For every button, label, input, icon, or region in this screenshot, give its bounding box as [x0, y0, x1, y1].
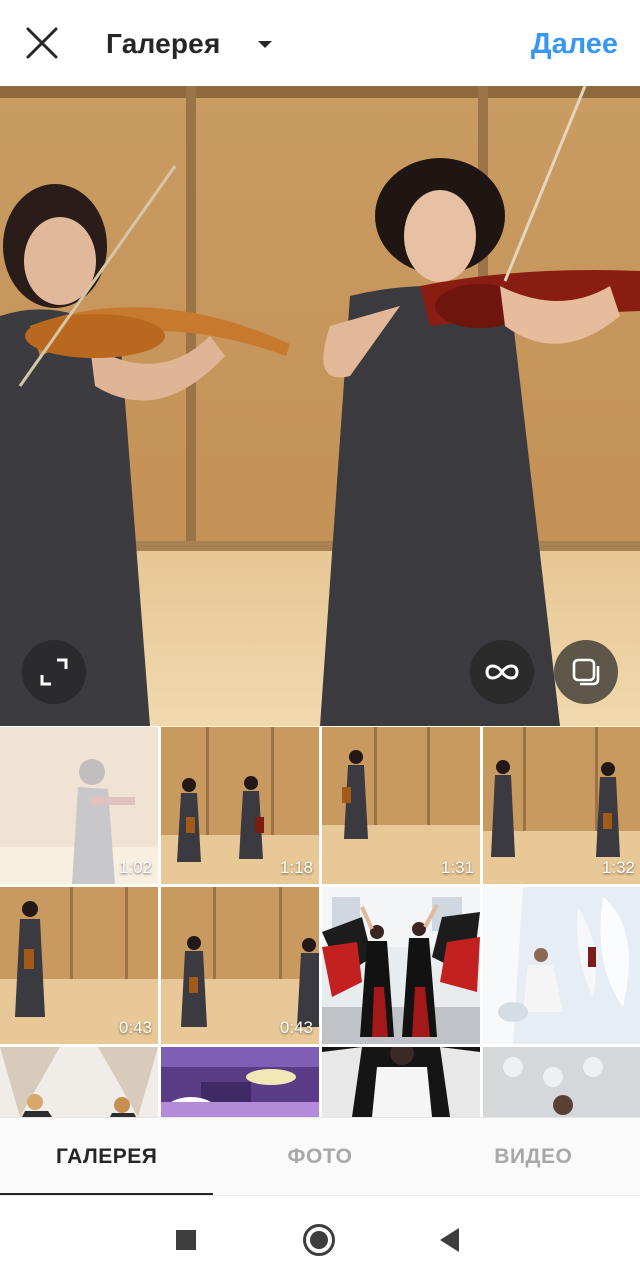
chevron-down-icon [258, 40, 273, 48]
grid-thumbnail[interactable]: 0:43 [0, 887, 158, 1044]
grid-thumbnail[interactable] [0, 1047, 158, 1117]
recents-button[interactable] [166, 1220, 206, 1260]
back-button[interactable] [430, 1220, 470, 1260]
thumbnail-image [161, 1047, 319, 1117]
top-bar: Галерея Далее [0, 0, 640, 86]
grid-thumbnail[interactable]: 1:32 [483, 727, 640, 884]
multi-select-button[interactable] [554, 640, 618, 704]
back-triangle-icon [440, 1228, 459, 1252]
thumbnail-image [483, 1047, 640, 1117]
page-title: Галерея [106, 28, 221, 59]
grid-thumbnail[interactable]: 1:02 [0, 727, 158, 884]
grid-thumbnail[interactable]: 0:43 [161, 887, 319, 1044]
video-duration: 1:31 [440, 858, 474, 877]
grid-thumbnail[interactable] [322, 1047, 480, 1117]
preview-image [0, 86, 640, 726]
square-icon [176, 1230, 196, 1250]
thumbnail-image [322, 1047, 480, 1117]
close-button[interactable] [18, 19, 66, 67]
thumbnail-image [483, 887, 640, 1044]
video-duration: 1:32 [601, 858, 635, 877]
gallery-selector[interactable]: Галерея [106, 22, 273, 66]
media-preview[interactable] [0, 86, 640, 726]
video-duration: 0:43 [279, 1018, 313, 1037]
tab-video[interactable]: ВИДЕО [427, 1118, 640, 1195]
media-grid: 1:02 1:18 1:31 1:32 0:43 0:43 [0, 727, 640, 1117]
grid-thumbnail[interactable] [161, 1047, 319, 1117]
boomerang-button[interactable] [470, 640, 534, 704]
grid-thumbnail[interactable]: 1:31 [322, 727, 480, 884]
thumbnail-image [0, 1047, 158, 1117]
video-duration: 0:43 [118, 1018, 152, 1037]
expand-icon [40, 658, 68, 686]
grid-thumbnail[interactable] [483, 1047, 640, 1117]
tab-gallery[interactable]: ГАЛЕРЕЯ [0, 1118, 214, 1195]
system-nav-bar [0, 1195, 640, 1280]
grid-thumbnail[interactable]: 1:18 [161, 727, 319, 884]
video-duration: 1:18 [279, 858, 313, 877]
close-icon [26, 27, 58, 59]
thumbnail-image [322, 887, 480, 1044]
multi-select-icon [572, 658, 600, 686]
home-button[interactable] [299, 1220, 339, 1260]
next-button[interactable]: Далее [531, 22, 618, 66]
source-tabs: ГАЛЕРЕЯ ФОТО ВИДЕО [0, 1117, 640, 1195]
grid-thumbnail[interactable] [483, 887, 640, 1044]
tab-photo[interactable]: ФОТО [213, 1118, 426, 1195]
expand-button[interactable] [22, 640, 86, 704]
infinity-icon [485, 664, 519, 680]
home-circle-icon [303, 1224, 335, 1256]
video-duration: 1:02 [118, 858, 152, 877]
grid-thumbnail[interactable] [322, 887, 480, 1044]
